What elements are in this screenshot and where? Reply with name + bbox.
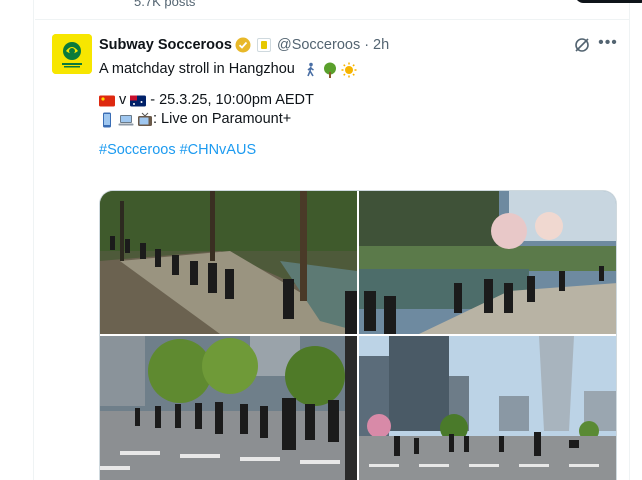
mobile-phone-icon [99,112,115,128]
text-line-3: : Live on Paramount+ [99,110,599,129]
tree-icon [322,62,338,78]
previous-tweet-text: 5.7K posts [134,0,196,9]
timestamp[interactable]: 2h [373,37,389,53]
hashtag-socceroos[interactable]: #Socceroos [99,141,176,160]
hashtag-chnvaus[interactable]: #CHNvAUS [180,141,257,160]
separator: · [364,37,370,53]
australia-flag-icon [130,93,147,109]
text-line-1: A matchday stroll in Hangzhou [99,60,599,79]
left-column-border [0,0,34,480]
river-walk-photo[interactable] [359,191,616,334]
grok-icon[interactable] [572,35,592,55]
text-line-2: v - 25.3.25, 10:00pm AEDT [99,91,599,110]
handle[interactable]: @Socceroos [277,37,360,53]
verified-badge-icon[interactable] [235,37,251,53]
television-icon [137,112,153,128]
walking-person-icon [303,62,319,78]
more-options-icon[interactable]: ••• [596,34,620,54]
park-walk-photo[interactable] [100,191,357,334]
hashtag-line: #Socceroos #CHNvAUS [99,141,599,160]
sun-icon [341,62,357,78]
media-grid [99,190,617,480]
text-stroll: A matchday stroll in Hangzhou [99,61,295,77]
versus-text: v [119,92,127,108]
display-name[interactable]: Subway Socceroos [99,37,232,53]
laptop-icon [118,112,134,128]
affiliate-badge-icon[interactable] [256,38,271,52]
right-column-border [629,0,642,480]
city-skyline-photo[interactable] [359,336,616,480]
tweet[interactable]: Subway Socceroos @Socceroos · 2h ••• A m… [35,21,629,480]
street-crossing-photo[interactable] [100,336,357,480]
match-date-text: - 25.3.25, 10:00pm AEDT [150,92,314,108]
tweet-text: A matchday stroll in Hangzhou v - 25.3.2… [99,60,599,160]
avatar[interactable] [52,34,92,74]
previous-tweet[interactable]: 5.7K posts [35,0,642,20]
china-flag-icon [99,93,115,109]
broadcast-text: : Live on Paramount+ [153,111,292,127]
previous-tweet-button[interactable] [575,0,642,3]
tweet-header: Subway Socceroos @Socceroos · 2h [99,35,389,55]
